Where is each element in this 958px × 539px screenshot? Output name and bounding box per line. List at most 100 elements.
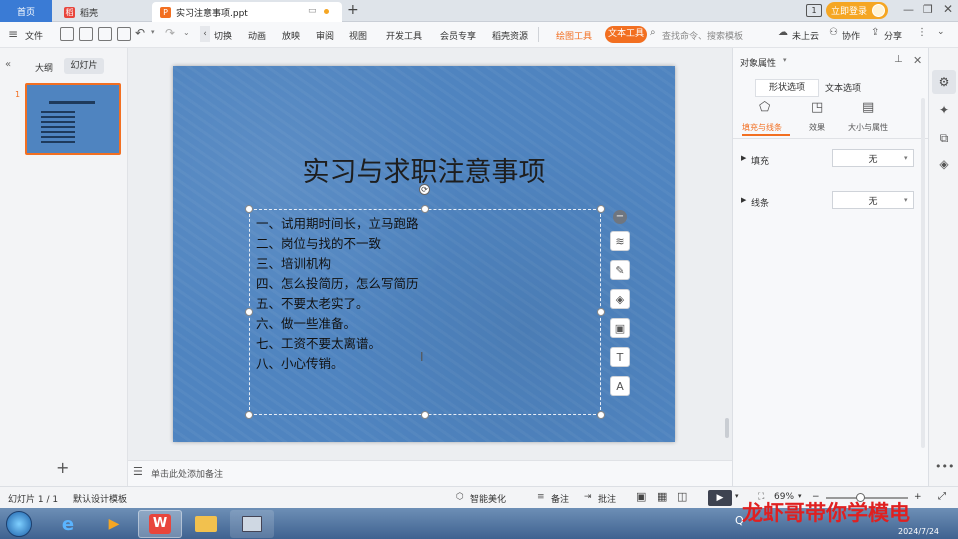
wps-taskbar-icon[interactable]: W bbox=[138, 510, 182, 538]
start-button[interactable] bbox=[6, 511, 32, 537]
zoom-in-icon[interactable]: + bbox=[914, 492, 922, 502]
ie-icon[interactable]: e bbox=[46, 510, 90, 538]
bullet-item[interactable]: 八、小心传销。 bbox=[256, 353, 344, 372]
border-icon[interactable]: ▣ bbox=[610, 318, 630, 338]
tab-slides[interactable]: 幻灯片 bbox=[64, 58, 104, 74]
text-style-icon[interactable]: A bbox=[610, 376, 630, 396]
menu-item-text-tools[interactable]: 文本工具 bbox=[605, 26, 647, 43]
search-input[interactable]: 查找命令、搜索模板 bbox=[662, 29, 743, 42]
slide-thumbnail[interactable] bbox=[25, 83, 121, 155]
more-icon[interactable]: ⋮ bbox=[917, 27, 927, 38]
notes-button[interactable]: 备注 bbox=[551, 492, 569, 505]
cloud-icon[interactable]: ☁ bbox=[778, 27, 788, 38]
properties-icon[interactable]: ⚙ bbox=[932, 70, 956, 94]
normal-view-icon[interactable]: ▣ bbox=[636, 490, 646, 503]
more-tools-icon[interactable]: ••• bbox=[935, 460, 954, 473]
effects-icon[interactable]: ◳ bbox=[811, 100, 823, 115]
tab-home[interactable]: 首页 bbox=[0, 0, 52, 22]
animation-icon[interactable]: ✦ bbox=[932, 98, 956, 122]
export-icon[interactable] bbox=[79, 27, 93, 41]
smart-beautify-button[interactable]: 智能美化 bbox=[470, 492, 506, 505]
fill-select[interactable]: 无 ▾ bbox=[832, 149, 914, 167]
tab-shape-options[interactable]: 形状选项 bbox=[755, 79, 819, 97]
resize-handle[interactable] bbox=[421, 411, 429, 419]
more-dropdown-icon[interactable]: ⌄ bbox=[183, 28, 190, 37]
monitor-icon[interactable]: ▭ bbox=[308, 6, 317, 16]
panel-title-dropdown-icon[interactable]: ▾ bbox=[783, 56, 787, 64]
menu-file[interactable]: 文件 bbox=[25, 29, 43, 42]
avatar[interactable] bbox=[872, 4, 885, 17]
subtab-size[interactable]: 大小与属性 bbox=[848, 122, 888, 133]
size-icon[interactable]: ▤ bbox=[862, 100, 874, 115]
bullet-item[interactable]: 一、试用期时间长，立马跑路 bbox=[256, 213, 419, 232]
cloud-status[interactable]: 未上云 bbox=[792, 29, 819, 42]
resize-handle[interactable] bbox=[245, 308, 253, 316]
bullet-item[interactable]: 七、工资不要太离谱。 bbox=[256, 333, 381, 352]
notes-placeholder[interactable]: 单击此处添加备注 bbox=[151, 467, 223, 480]
bullet-item[interactable]: 六、做一些准备。 bbox=[256, 313, 356, 332]
menu-item-vip[interactable]: 会员专享 bbox=[440, 29, 476, 42]
new-tab-button[interactable]: + bbox=[347, 2, 359, 18]
bullet-item[interactable]: 二、岗位与找的不一致 bbox=[256, 233, 381, 252]
play-button[interactable]: ▶ bbox=[708, 490, 732, 506]
resize-handle[interactable] bbox=[421, 205, 429, 213]
text-box[interactable]: 一、试用期时间长，立马跑路 二、岗位与找的不一致 三、培训机构 四、怎么投简历，… bbox=[245, 205, 605, 419]
menu-item-daoke[interactable]: 稻壳资源 bbox=[492, 29, 528, 42]
fullscreen-icon[interactable]: ⤢ bbox=[938, 491, 946, 502]
tab-outline[interactable]: 大纲 bbox=[35, 61, 53, 74]
menu-item-developer[interactable]: 开发工具 bbox=[386, 29, 422, 42]
close-icon[interactable]: ✕ bbox=[943, 2, 953, 16]
restore-icon[interactable]: ❐ bbox=[923, 3, 933, 16]
redo-icon[interactable]: ↷ bbox=[165, 26, 175, 40]
print-icon[interactable] bbox=[98, 27, 112, 41]
window-count-badge[interactable]: 1 bbox=[806, 4, 822, 17]
scrollbar[interactable] bbox=[725, 418, 729, 438]
menu-item-view[interactable]: 视图 bbox=[349, 29, 367, 42]
preview-icon[interactable] bbox=[117, 27, 131, 41]
add-slide-button[interactable]: + bbox=[56, 458, 69, 477]
share-button[interactable]: 分享 bbox=[884, 29, 902, 42]
menu-item-slideshow[interactable]: 放映 bbox=[282, 29, 300, 42]
bullet-item[interactable]: 三、培训机构 bbox=[256, 253, 331, 272]
design-icon[interactable]: ◈ bbox=[932, 152, 956, 176]
sorter-view-icon[interactable]: ▦ bbox=[657, 490, 667, 503]
scroll-left-icon[interactable]: ‹ bbox=[200, 26, 210, 42]
share-icon[interactable]: ⇪ bbox=[871, 27, 879, 38]
reading-view-icon[interactable]: ◫ bbox=[677, 490, 687, 503]
notes-bar[interactable]: ☰ 单击此处添加备注 bbox=[128, 460, 732, 486]
resize-handle[interactable] bbox=[597, 205, 605, 213]
resize-handle[interactable] bbox=[597, 411, 605, 419]
line-expand-icon[interactable]: ▶ bbox=[741, 196, 746, 204]
save-icon[interactable] bbox=[60, 27, 74, 41]
template-name[interactable]: 默认设计模板 bbox=[73, 492, 127, 505]
collab-icon[interactable]: ⚇ bbox=[829, 27, 838, 38]
hamburger-icon[interactable]: ≡ bbox=[8, 27, 18, 41]
tab-daoke[interactable]: 稻 稻壳 bbox=[56, 2, 148, 22]
undo-dropdown-icon[interactable]: ▾ bbox=[151, 28, 155, 36]
slide[interactable]: 实习与求职注意事项 ⟳ 一、试用期时间长，立马跑路 二、岗位与找的不一致 三、培… bbox=[173, 66, 675, 442]
search-icon[interactable]: ⌕ bbox=[650, 27, 656, 38]
menu-item-animation[interactable]: 动画 bbox=[248, 29, 266, 42]
menu-item-drawing-tools[interactable]: 绘图工具 bbox=[556, 29, 592, 42]
layers-icon[interactable]: ≋ bbox=[610, 231, 630, 251]
collapse-ribbon-icon[interactable]: ⌄ bbox=[937, 27, 945, 37]
resize-handle[interactable] bbox=[597, 308, 605, 316]
text-frame-icon[interactable]: T bbox=[610, 347, 630, 367]
comments-button[interactable]: 批注 bbox=[598, 492, 616, 505]
line-select[interactable]: 无 ▾ bbox=[832, 191, 914, 209]
fill-expand-icon[interactable]: ▶ bbox=[741, 154, 746, 162]
explorer-icon[interactable] bbox=[184, 510, 228, 538]
tab-text-options[interactable]: 文本选项 bbox=[825, 81, 861, 94]
bullet-item[interactable]: 四、怎么投简历，怎么写简历 bbox=[256, 273, 419, 292]
media-player-icon[interactable]: ▶ bbox=[92, 510, 136, 538]
menu-item-review[interactable]: 审阅 bbox=[316, 29, 334, 42]
subtab-fill-line[interactable]: 填充与线条 bbox=[742, 122, 782, 133]
pin-icon[interactable]: ⊥ bbox=[894, 54, 903, 65]
collab-button[interactable]: 协作 bbox=[842, 29, 860, 42]
menu-item-transition[interactable]: 切换 bbox=[214, 29, 232, 42]
play-dropdown-icon[interactable]: ▾ bbox=[735, 492, 739, 500]
fill-line-icon[interactable]: ⬠ bbox=[759, 100, 770, 115]
resize-handle[interactable] bbox=[245, 205, 253, 213]
close-panel-icon[interactable]: ✕ bbox=[913, 54, 922, 67]
collapse-toolbar-icon[interactable]: − bbox=[613, 210, 627, 224]
